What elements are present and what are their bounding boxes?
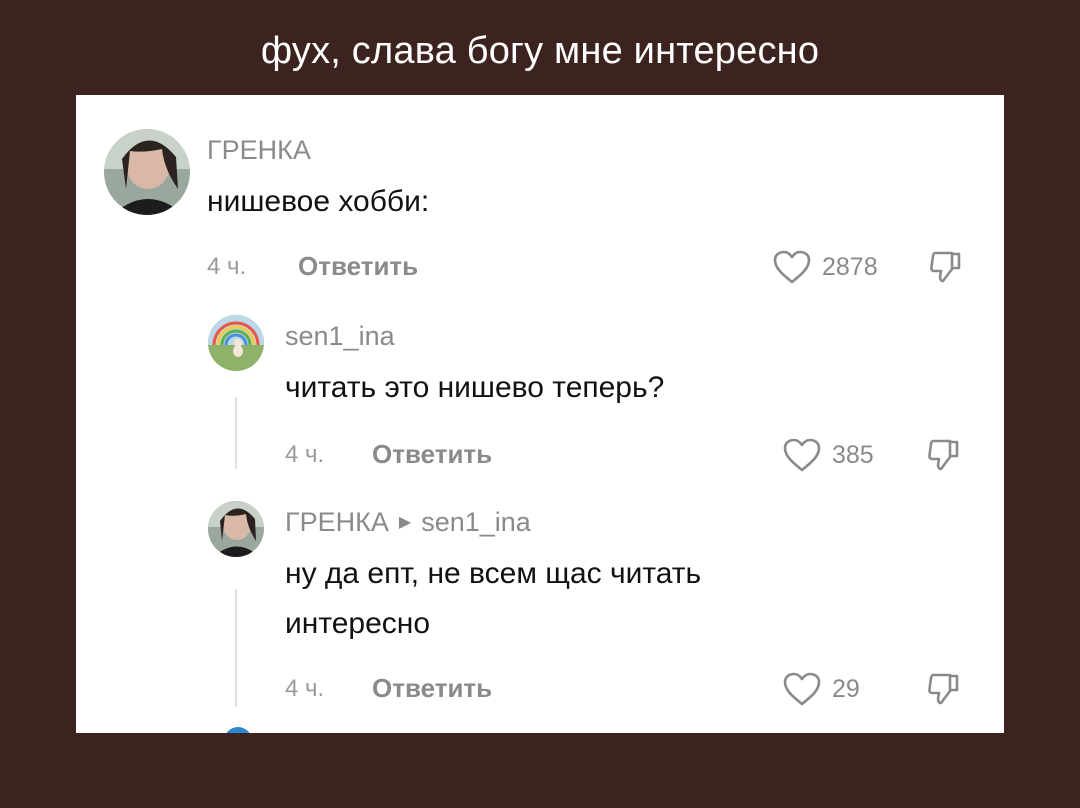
reply-button[interactable]: Ответить	[372, 673, 492, 704]
comment-text: ну да епт, не всем щас читать интересно	[285, 549, 701, 649]
comment-author[interactable]: ГРЕНКА	[207, 135, 311, 166]
like-count: 29	[832, 675, 860, 703]
thread-line	[235, 397, 237, 469]
avatar[interactable]	[208, 501, 264, 557]
comment-author[interactable]: ГРЕНКА	[285, 507, 389, 537]
heart-outline-icon[interactable]	[782, 671, 822, 707]
triangle-right-icon: ▶	[398, 514, 412, 531]
heart-outline-icon[interactable]	[772, 249, 812, 285]
comment-time: 4 ч.	[207, 253, 247, 280]
thread-line	[235, 589, 237, 707]
comments-card: ГРЕНКА нишевое хобби: 4 ч. Ответить 2878…	[76, 95, 1004, 733]
like-count: 385	[832, 441, 874, 469]
avatar[interactable]	[208, 315, 264, 371]
thumbs-down-icon[interactable]	[926, 437, 962, 473]
comment-text: читать это нишево теперь?	[285, 371, 665, 404]
thumbs-down-icon[interactable]	[928, 249, 964, 285]
comment-text-line: ну да епт, не всем щас читать	[285, 557, 702, 590]
comment-text: нишевое хобби:	[207, 185, 430, 218]
comment-time: 4 ч.	[285, 675, 325, 702]
reply-button[interactable]: Ответить	[372, 439, 492, 470]
avatar[interactable]	[224, 727, 252, 733]
heart-outline-icon[interactable]	[782, 437, 822, 473]
thumbs-down-icon[interactable]	[926, 671, 962, 707]
reply-button[interactable]: Ответить	[298, 251, 418, 282]
comment-author-line: ГРЕНКА ▶ sen1_ina	[285, 507, 531, 538]
comment-author[interactable]: sen1_ina	[285, 321, 395, 352]
avatar[interactable]	[104, 129, 190, 215]
reply-to-user[interactable]: sen1_ina	[421, 507, 531, 537]
like-count: 2878	[822, 253, 878, 281]
caption: фух, слава богу мне интересно	[260, 30, 820, 72]
comment-time: 4 ч.	[285, 441, 325, 468]
comment-text-line: интересно	[285, 607, 431, 640]
